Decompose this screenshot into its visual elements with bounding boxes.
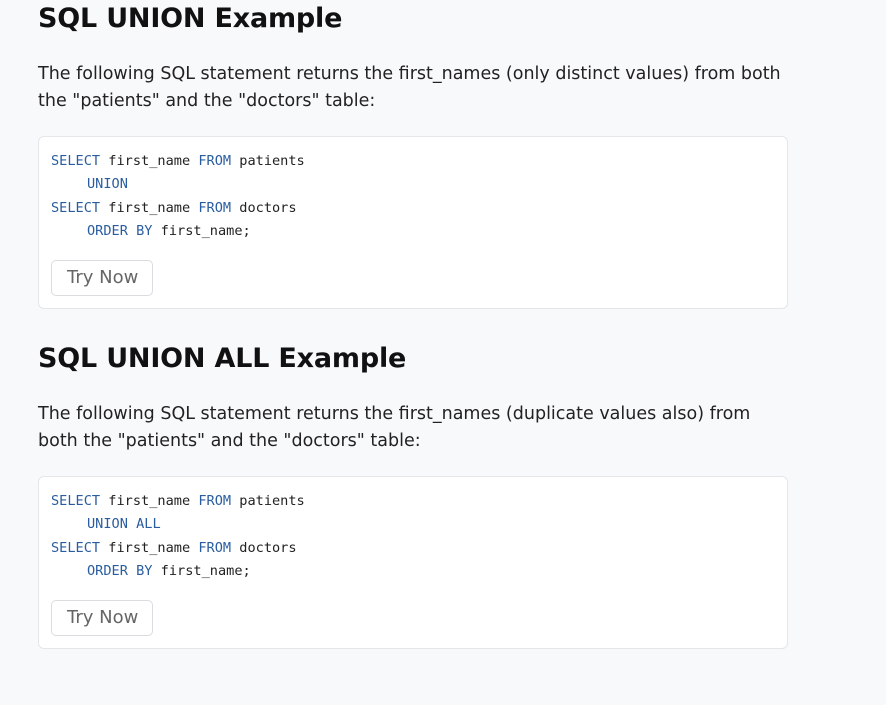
code-keyword: UNION ALL — [87, 516, 161, 533]
try-now-button[interactable]: Try Now — [51, 260, 154, 297]
code-text: doctors — [231, 199, 297, 216]
code-line: SELECT first_name FROM doctors — [51, 540, 297, 556]
code-line: ORDER BY first_name; — [51, 563, 251, 579]
section-description: The following SQL statement returns the … — [38, 64, 781, 111]
code-text: doctors — [231, 539, 297, 556]
code-line: UNION — [51, 176, 128, 192]
code-text: first_name — [100, 199, 199, 216]
code-block: SELECT first_name FROM patients UNION SE… — [38, 136, 788, 310]
code-keyword: UNION — [87, 176, 128, 193]
code-keyword: SELECT — [51, 493, 101, 510]
code-text: first_name — [100, 493, 199, 510]
union-all-example-section: SQL UNION ALL Example The following SQL … — [38, 340, 788, 650]
code-keyword: FROM — [198, 539, 232, 556]
code-keyword: SELECT — [51, 153, 101, 169]
code-line: SELECT first_name FROM patients — [51, 493, 305, 509]
code-text: first_name — [100, 539, 199, 556]
code-text: first_name; — [152, 563, 251, 580]
section-description: The following SQL statement returns the … — [38, 404, 751, 452]
section-title: SQL UNION Example — [38, 3, 343, 34]
union-example-section: SQL UNION Example The following SQL stat… — [38, 0, 788, 310]
code-text: patients — [231, 153, 305, 169]
code-line: ORDER BY first_name; — [51, 223, 251, 239]
code-keyword: ORDER BY — [87, 563, 153, 580]
try-now-button[interactable]: Try Now — [51, 600, 154, 637]
code-text: patients — [231, 493, 305, 510]
code-line: SELECT first_name FROM doctors — [51, 200, 297, 216]
code-keyword: ORDER BY — [87, 222, 153, 239]
code-keyword: SELECT — [51, 539, 101, 556]
sql-code: SELECT first_name FROM patients UNION AL… — [51, 490, 775, 583]
code-block: SELECT first_name FROM patients UNION AL… — [38, 476, 788, 650]
code-keyword: FROM — [198, 153, 232, 169]
sql-code: SELECT first_name FROM patients UNION SE… — [51, 150, 775, 243]
code-line: UNION ALL — [51, 516, 161, 532]
code-keyword: FROM — [198, 493, 232, 510]
page-content: SQL UNION Example The following SQL stat… — [38, 0, 788, 650]
code-text: first_name — [100, 153, 199, 169]
code-text: first_name; — [152, 222, 251, 239]
code-keyword: SELECT — [51, 199, 101, 216]
code-line: SELECT first_name FROM patients — [51, 153, 305, 169]
code-keyword: FROM — [198, 199, 232, 216]
section-title: SQL UNION ALL Example — [38, 343, 407, 375]
